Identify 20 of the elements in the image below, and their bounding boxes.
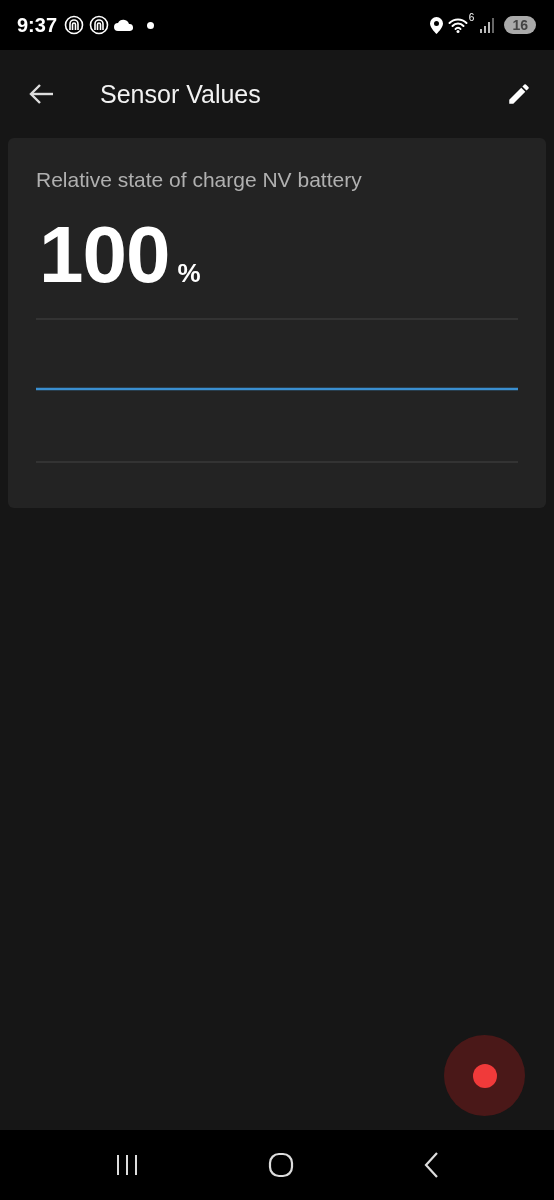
home-icon[interactable]: [268, 1152, 294, 1178]
wifi-icon: [447, 17, 468, 33]
wifi-generation-label: 6: [468, 12, 475, 23]
screen-title: Sensor Values: [100, 79, 261, 109]
unit-label: %: [177, 258, 201, 289]
signal-icon: [479, 17, 496, 33]
sensor-label: Relative state of charge NV battery: [36, 168, 363, 192]
battery-indicator: 16: [504, 16, 536, 34]
fingerprint-icon: [64, 15, 85, 35]
back-icon[interactable]: [423, 1152, 440, 1178]
back-arrow-icon: [28, 83, 54, 105]
location-icon: [429, 16, 443, 34]
recent-apps-icon[interactable]: [114, 1154, 139, 1176]
fingerprint-icon: [89, 15, 110, 35]
pencil-icon: [506, 81, 532, 107]
status-time: 9:37: [17, 13, 58, 37]
dot-icon: [147, 21, 155, 29]
cloud-icon: [114, 19, 135, 31]
sensor-value: 100: [39, 210, 170, 300]
sensor-card[interactable]: Relative state of charge NV battery 100%: [8, 138, 546, 508]
